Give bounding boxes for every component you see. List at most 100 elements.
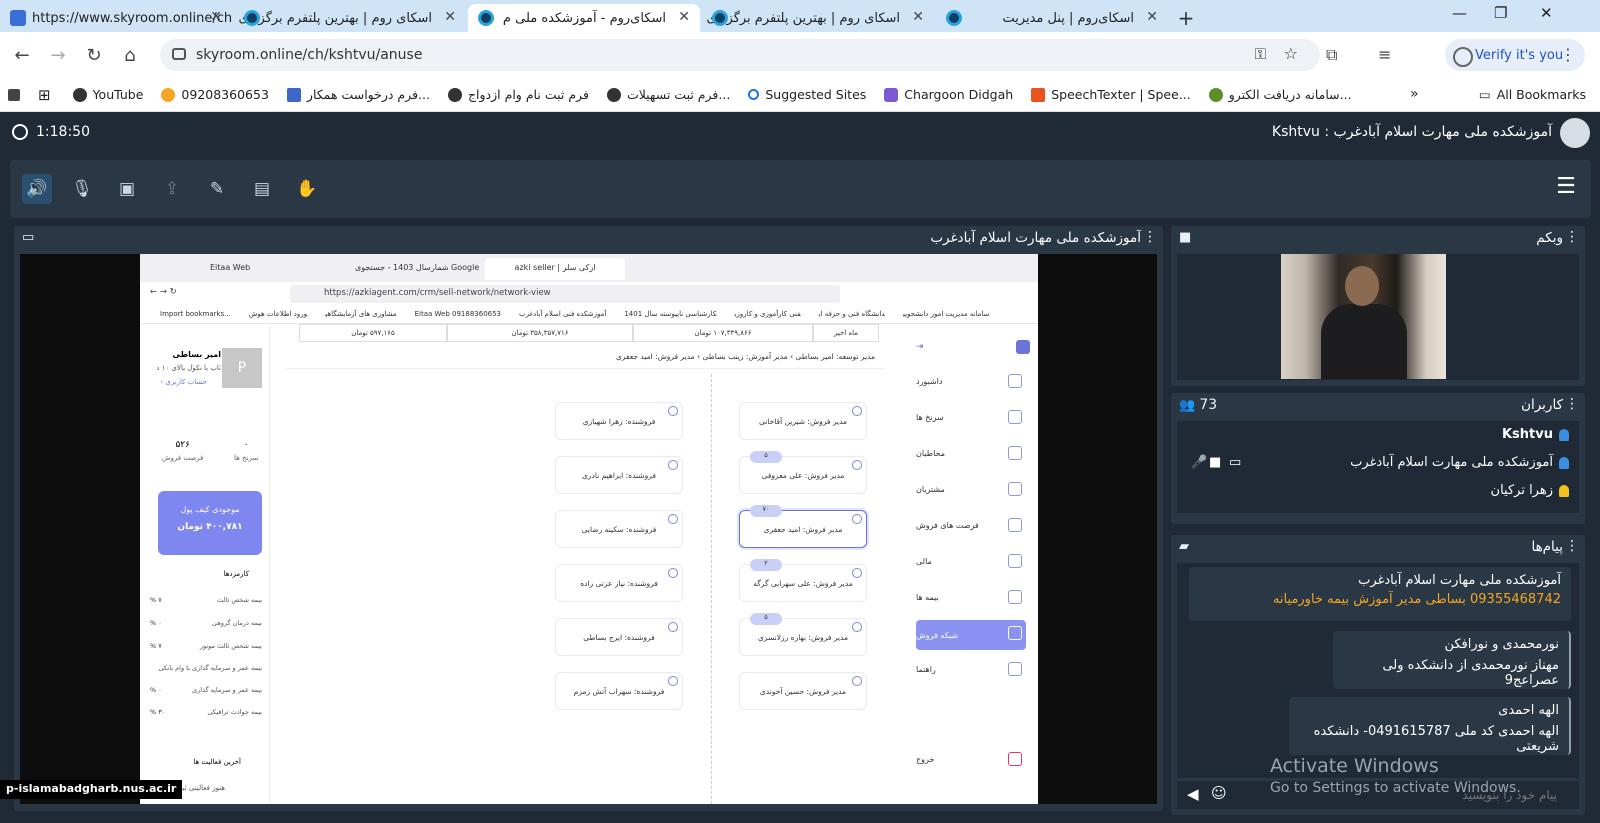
help-icon: [1008, 662, 1022, 676]
profile-avatar: P: [222, 348, 262, 388]
bookmark-item[interactable]: فرم درخواست همکار...: [286, 87, 430, 102]
bookmark-item[interactable]: YouTube: [72, 87, 143, 102]
info-icon[interactable]: [852, 406, 862, 416]
customers-icon: [1008, 482, 1022, 496]
browser-tab[interactable]: اسکای روم | بهترین پلتفرم برگزاری ✕: [234, 4, 466, 32]
browser-tab-active[interactable]: اسکای‌روم - آموزشکده ملی م ✕: [468, 4, 700, 32]
nav-insurance[interactable]: بیمه ها: [916, 584, 1026, 610]
seller-card[interactable]: فروشنده: زهرا شهبازی: [555, 402, 683, 440]
room-toolbar: 🔊 🎙 ▣ ⇪ ✎ ▤ ✋ ☰: [10, 160, 1591, 218]
close-icon[interactable]: ✕: [678, 9, 690, 25]
emoji-icon[interactable]: ☺: [1211, 784, 1227, 802]
seller-card[interactable]: فروشنده: نیاز عزتی زاده: [555, 564, 683, 602]
all-bookmarks-button[interactable]: ▭ All Bookmarks: [1479, 87, 1586, 102]
shared-tab: شمارسال 1403 - جستجوی Google: [355, 263, 480, 272]
user-row[interactable]: زهرا ترکیان: [1491, 483, 1569, 498]
info-icon[interactable]: [852, 460, 862, 470]
bookmark-item[interactable]: Chargoon Didgah: [884, 87, 1013, 102]
bookmark-item[interactable]: فرم ثبت نام وام ازدواج: [447, 87, 589, 102]
reload-icon[interactable]: ↻: [76, 45, 112, 66]
restore-icon[interactable]: ❐: [1494, 4, 1507, 22]
info-icon[interactable]: [852, 676, 862, 686]
close-icon[interactable]: ✕: [912, 9, 924, 25]
panel-menu-icon[interactable]: ⋮: [1143, 229, 1157, 245]
nav-leads[interactable]: سرنخ ها: [916, 404, 1026, 430]
more-menu-icon[interactable]: ⋮: [1560, 45, 1576, 64]
seller-card[interactable]: فروشنده: سهراب آتش زمزم: [555, 672, 683, 710]
bookmark-item[interactable]: 09208360653: [161, 87, 269, 102]
media-controls-icon[interactable]: ≡: [1378, 45, 1391, 64]
bookmark-star-icon[interactable]: ☆: [1284, 44, 1298, 63]
panel-menu-icon[interactable]: ⋮: [1565, 538, 1579, 554]
mic-off-button[interactable]: 🎙: [67, 174, 97, 204]
forward-icon[interactable]: →: [40, 45, 76, 66]
manager-card[interactable]: مدیر فروش: حسین آخوندی: [739, 672, 867, 710]
speaker-button[interactable]: 🔊: [22, 174, 52, 204]
info-icon[interactable]: [668, 460, 678, 470]
whiteboard-button[interactable]: ✎: [202, 174, 232, 204]
hamburger-menu-icon[interactable]: ☰: [1551, 174, 1581, 204]
extensions-icon[interactable]: ⧉: [1326, 45, 1337, 65]
seller-card[interactable]: فروشنده: سکینه رضایی: [555, 510, 683, 548]
info-icon[interactable]: [852, 514, 862, 524]
info-icon[interactable]: [668, 406, 678, 416]
info-icon[interactable]: [852, 568, 862, 578]
apps-grid-icon[interactable]: ⊞: [38, 86, 51, 104]
panel-menu-icon[interactable]: ⋮: [1565, 229, 1579, 245]
browser-tab[interactable]: اسکای روم | بهترین پلتفرم برگزاری ✕: [702, 4, 934, 32]
bookmark-item[interactable]: SpeechTexter | Spee...: [1031, 87, 1191, 102]
files-button[interactable]: ▤: [247, 174, 277, 204]
minimize-icon[interactable]: —: [1452, 4, 1467, 22]
info-icon[interactable]: [668, 622, 678, 632]
panel-menu-icon[interactable]: ⋮: [1565, 396, 1579, 412]
send-icon[interactable]: ◀: [1187, 785, 1199, 803]
browser-tab[interactable]: اسکای‌روم | پنل مدیریت ✕: [936, 4, 1168, 32]
nav-logout[interactable]: خروج: [916, 746, 1026, 772]
close-icon[interactable]: ✕: [444, 9, 456, 25]
seller-card[interactable]: فروشنده: ابراهیم نادری: [555, 456, 683, 494]
home-icon[interactable]: ⌂: [112, 45, 148, 66]
seller-card[interactable]: فروشنده: ایرج بساطی: [555, 618, 683, 656]
manager-card[interactable]: ۲ مدیر فروش: علی سهرابی گرگه: [739, 559, 867, 602]
collapse-icon[interactable]: ⇥: [916, 342, 924, 352]
nav-opportunities[interactable]: فرصت های فروش: [916, 512, 1026, 538]
url-bar[interactable]: skyroom.online/ch/kshtvu/anuse ⚿ ☆: [160, 39, 1320, 71]
password-key-icon[interactable]: ⚿: [1255, 45, 1266, 63]
manager-card-selected[interactable]: ۷۰ مدیر فروش: امید جعفری: [739, 505, 867, 548]
back-icon[interactable]: ←: [4, 45, 40, 66]
camera-off-button[interactable]: ▣: [112, 174, 142, 204]
close-icon[interactable]: ✕: [1146, 9, 1158, 25]
new-tab-button[interactable]: +: [1170, 4, 1202, 32]
info-icon[interactable]: [668, 514, 678, 524]
nav-finance[interactable]: مالی: [916, 548, 1026, 574]
chargoon-icon: [884, 87, 899, 102]
nav-help[interactable]: راهنما: [916, 656, 1026, 682]
sidebar-icon[interactable]: [8, 88, 20, 101]
close-icon[interactable]: ✕: [210, 9, 222, 25]
nav-dashboard[interactable]: داشبورد: [916, 368, 1026, 394]
raise-hand-button[interactable]: ✋: [292, 174, 322, 204]
site-info-icon[interactable]: [172, 48, 186, 60]
more-bookmarks-icon[interactable]: »: [1410, 86, 1419, 102]
avatar[interactable]: [1560, 118, 1590, 148]
user-row[interactable]: آموزشکده ملی مهارت اسلام آبادغرب: [1350, 455, 1569, 470]
bookmark-item[interactable]: سامانه دریافت الکترو...: [1208, 87, 1352, 102]
skyroom-app: 1:18:50 Kshtvu : آموزشکده ملی مهارت اسلا…: [0, 113, 1600, 823]
nav-contacts[interactable]: مخاطبان: [916, 440, 1026, 466]
count-pill: ۵: [750, 451, 782, 463]
user-row[interactable]: Kshtvu: [1502, 427, 1569, 442]
info-icon[interactable]: [852, 622, 862, 632]
manager-card[interactable]: مدیر فروش: شیرین آقاخانی: [739, 402, 867, 440]
info-icon[interactable]: [668, 568, 678, 578]
last-activity-title: آخرین فعالیت ها: [193, 758, 241, 766]
nav-sales-network[interactable]: شبکه فروش: [916, 620, 1026, 650]
manager-card[interactable]: ۵ مدیر فروش: علی معروفی: [739, 451, 867, 494]
browser-tab[interactable]: https://www.skyroom.online/ch ✕: [0, 4, 232, 32]
bookmark-item[interactable]: Suggested Sites: [748, 87, 866, 102]
window-close-icon[interactable]: ✕: [1540, 4, 1553, 22]
info-icon[interactable]: [668, 676, 678, 686]
nav-customers[interactable]: مشتریان: [916, 476, 1026, 502]
bookmark-item[interactable]: فرم ثبت تسهیلات...: [606, 87, 730, 102]
manager-card[interactable]: ۵ مدیر فروش: بهاره رزلانسری: [739, 613, 867, 656]
screen-share-button[interactable]: ⇪: [157, 174, 187, 204]
